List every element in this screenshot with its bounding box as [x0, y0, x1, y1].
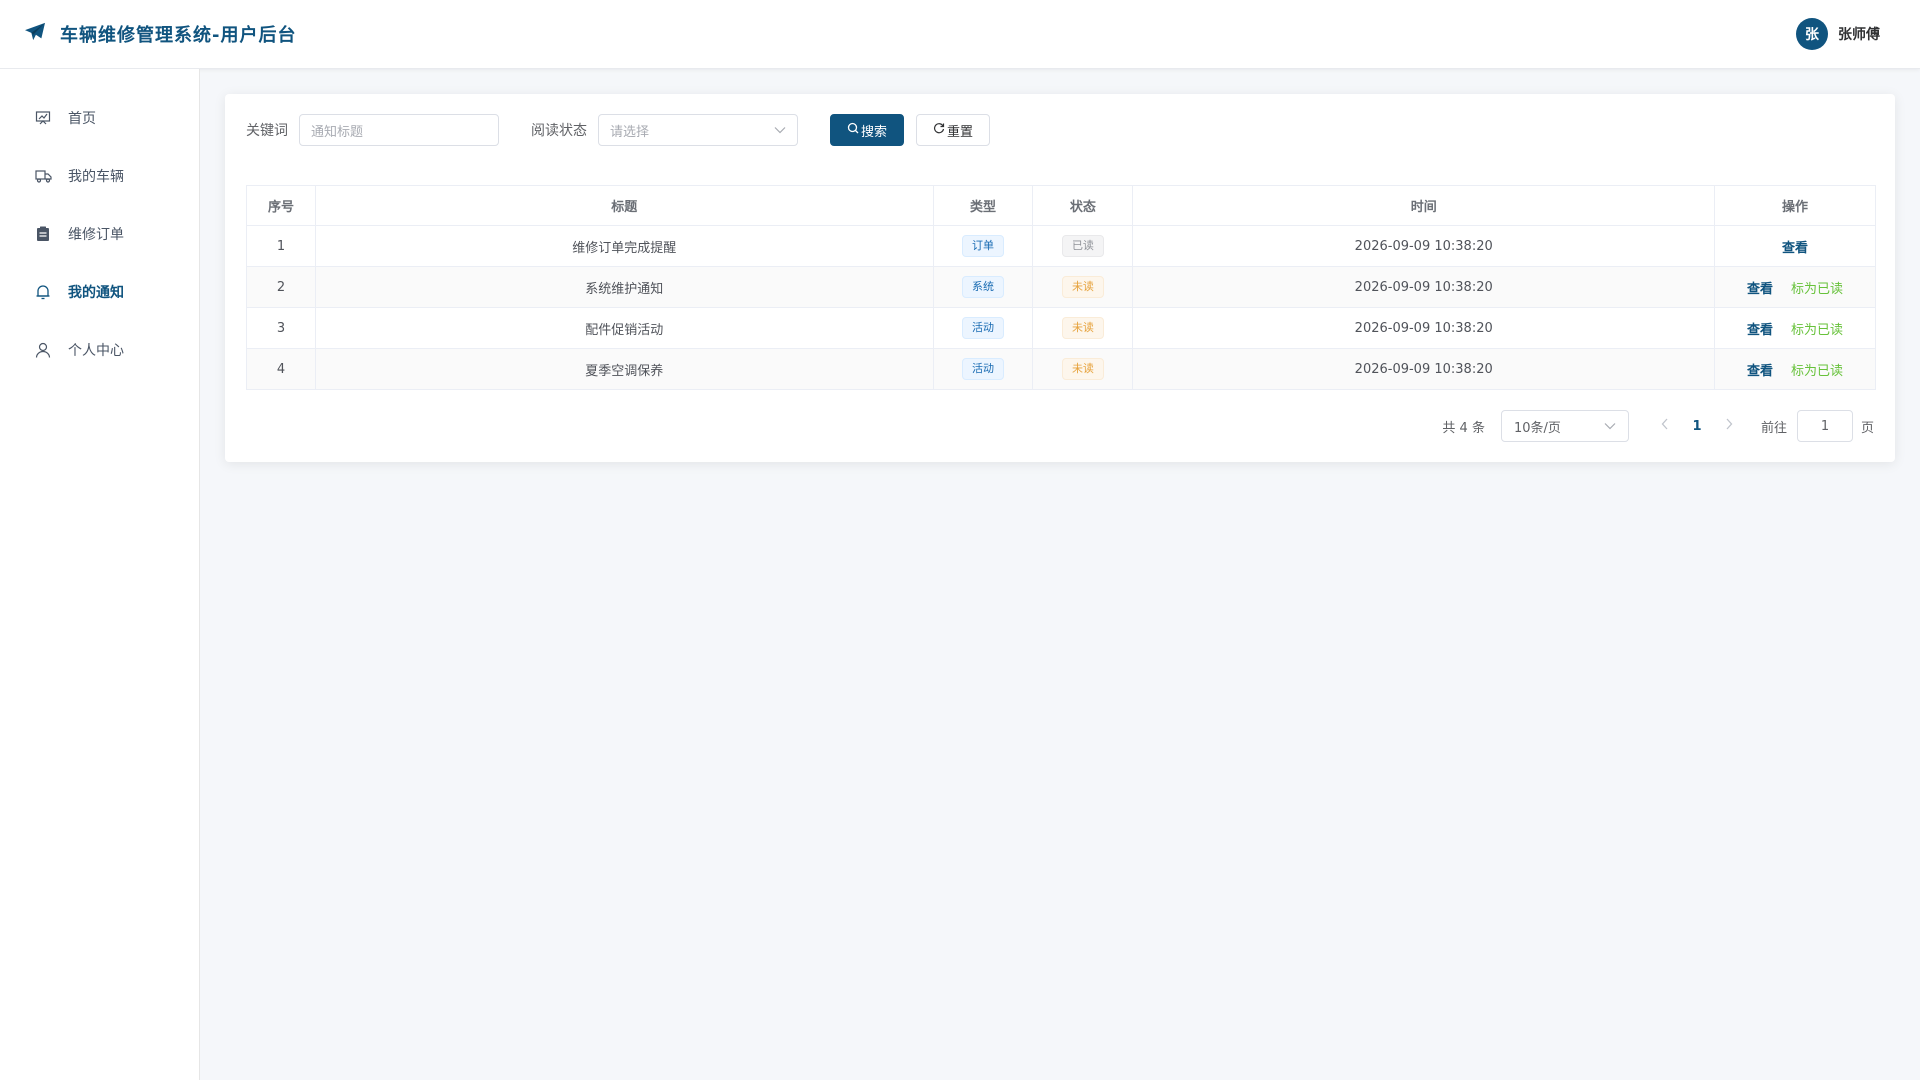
- view-link[interactable]: 查看: [1747, 319, 1773, 338]
- row-index: 4: [246, 348, 316, 390]
- keyword-input[interactable]: 通知标题: [299, 114, 499, 146]
- notification-card: 关键词 通知标题 阅读状态 请选择 搜索 重置 序号 标题 类型 状态 时间 操…: [225, 94, 1895, 462]
- row-title: 配件促销活动: [315, 307, 934, 349]
- search-icon: [847, 122, 859, 138]
- page-size-value: 10条/页: [1513, 420, 1561, 436]
- row-index: 2: [246, 266, 316, 308]
- user-name[interactable]: 张师傅: [1838, 24, 1880, 44]
- top-header: 车辆维修管理系统-用户后台 张 张师傅: [0, 0, 1920, 69]
- column-header-type: 类型: [933, 185, 1034, 226]
- status-placeholder: 请选择: [610, 124, 650, 140]
- row-time: 2026-09-09 10:38:20: [1132, 266, 1716, 308]
- goto-page-value: 1: [1820, 418, 1830, 434]
- paper-plane-icon: [24, 22, 46, 46]
- search-form: 关键词 通知标题 阅读状态 请选择 搜索 重置: [246, 114, 1874, 146]
- status-select[interactable]: 请选择: [598, 114, 798, 146]
- row-title: 系统维护通知: [315, 266, 934, 308]
- column-header-actions: 操作: [1714, 185, 1876, 226]
- page-unit-label: 页: [1860, 420, 1874, 436]
- row-time: 2026-09-09 10:38:20: [1132, 225, 1716, 267]
- chevron-down-icon: [1604, 419, 1616, 434]
- table-row: 1 维修订单完成提醒 订单 已读 2026-09-09 10:38:20 查看: [246, 225, 1876, 267]
- type-tag: 订单: [962, 235, 1004, 257]
- table-row: 3 配件促销活动 活动 未读 2026-09-09 10:38:20 查看 标为已…: [246, 307, 1876, 349]
- search-button-label: 搜索: [860, 124, 887, 140]
- status-badge: 已读: [1061, 235, 1104, 257]
- mark-read-link[interactable]: 标为已读: [1791, 319, 1843, 338]
- row-time: 2026-09-09 10:38:20: [1132, 348, 1716, 390]
- sidebar-item-label: 维修订单: [68, 227, 124, 243]
- view-link[interactable]: 查看: [1782, 237, 1808, 256]
- table-row: 2 系统维护通知 系统 未读 2026-09-09 10:38:20 查看 标为已…: [246, 266, 1876, 308]
- row-title: 夏季空调保养: [315, 348, 934, 390]
- sidebar: 首页 我的车辆 维修订单 我的通知 个人中心: [0, 69, 200, 1080]
- sidebar-item-label: 我的通知: [68, 285, 124, 301]
- table-row: 4 夏季空调保养 活动 未读 2026-09-09 10:38:20 查看 标为已…: [246, 348, 1876, 390]
- table-header-row: 序号 标题 类型 状态 时间 操作: [246, 185, 1876, 226]
- status-badge: 未读: [1061, 358, 1104, 380]
- row-index: 1: [246, 225, 316, 267]
- view-link[interactable]: 查看: [1747, 360, 1773, 379]
- refresh-icon: [933, 122, 945, 138]
- main-content: 关键词 通知标题 阅读状态 请选择 搜索 重置 序号 标题 类型 状态 时间 操…: [225, 94, 1895, 462]
- chevron-right-icon: [1726, 418, 1733, 430]
- user-icon: [34, 341, 52, 359]
- mark-read-link[interactable]: 标为已读: [1791, 278, 1843, 297]
- row-index: 3: [246, 307, 316, 349]
- status-badge: 未读: [1061, 317, 1104, 339]
- search-button[interactable]: 搜索: [830, 114, 904, 146]
- total-count: 共 4 条: [1442, 420, 1485, 436]
- goto-page-input[interactable]: 1: [1796, 410, 1853, 442]
- brand: 车辆维修管理系统-用户后台: [24, 21, 296, 47]
- app-title: 车辆维修管理系统-用户后台: [60, 25, 297, 46]
- user-menu[interactable]: 张 张师傅: [1796, 18, 1880, 50]
- row-title: 维修订单完成提醒: [315, 225, 934, 267]
- chevron-down-icon: [774, 123, 786, 138]
- sidebar-item-label: 首页: [68, 111, 96, 127]
- sidebar-item-label: 我的车辆: [68, 169, 124, 185]
- truck-icon: [34, 167, 52, 185]
- type-tag: 活动: [962, 358, 1004, 380]
- sidebar-item-label: 个人中心: [68, 343, 124, 359]
- status-badge: 未读: [1061, 276, 1104, 298]
- page-number-current[interactable]: 1: [1681, 419, 1713, 434]
- next-page-button[interactable]: [1713, 418, 1745, 434]
- view-link[interactable]: 查看: [1747, 278, 1773, 297]
- status-label: 阅读状态: [531, 123, 587, 139]
- page-size-select[interactable]: 10条/页: [1500, 410, 1629, 442]
- type-tag: 系统: [962, 276, 1004, 298]
- column-header-title: 标题: [315, 185, 934, 226]
- type-tag: 活动: [962, 317, 1004, 339]
- reset-button[interactable]: 重置: [916, 114, 990, 146]
- clipboard-icon: [34, 225, 52, 243]
- avatar[interactable]: 张: [1796, 18, 1828, 50]
- mark-read-link[interactable]: 标为已读: [1791, 360, 1843, 379]
- sidebar-item-vehicles[interactable]: 我的车辆: [0, 147, 199, 205]
- bell-icon: [34, 283, 52, 301]
- dashboard-icon: [34, 109, 52, 127]
- prev-page-button[interactable]: [1649, 418, 1681, 434]
- keyword-placeholder: 通知标题: [311, 124, 364, 140]
- reset-button-label: 重置: [946, 124, 973, 140]
- column-header-index: 序号: [246, 185, 316, 226]
- keyword-label: 关键词: [246, 123, 288, 139]
- chevron-left-icon: [1661, 418, 1668, 430]
- column-header-time: 时间: [1132, 185, 1716, 226]
- sidebar-item-home[interactable]: 首页: [0, 89, 199, 147]
- pagination: 共 4 条 10条/页 1 前往 1 页: [246, 410, 1874, 442]
- sidebar-item-profile[interactable]: 个人中心: [0, 321, 199, 379]
- row-time: 2026-09-09 10:38:20: [1132, 307, 1716, 349]
- goto-label: 前往: [1760, 420, 1787, 436]
- notification-table: 序号 标题 类型 状态 时间 操作 1 维修订单完成提醒 订单 已读 2026-…: [246, 185, 1876, 390]
- sidebar-item-orders[interactable]: 维修订单: [0, 205, 199, 263]
- sidebar-item-notifications[interactable]: 我的通知: [0, 263, 199, 321]
- column-header-status: 状态: [1032, 185, 1134, 226]
